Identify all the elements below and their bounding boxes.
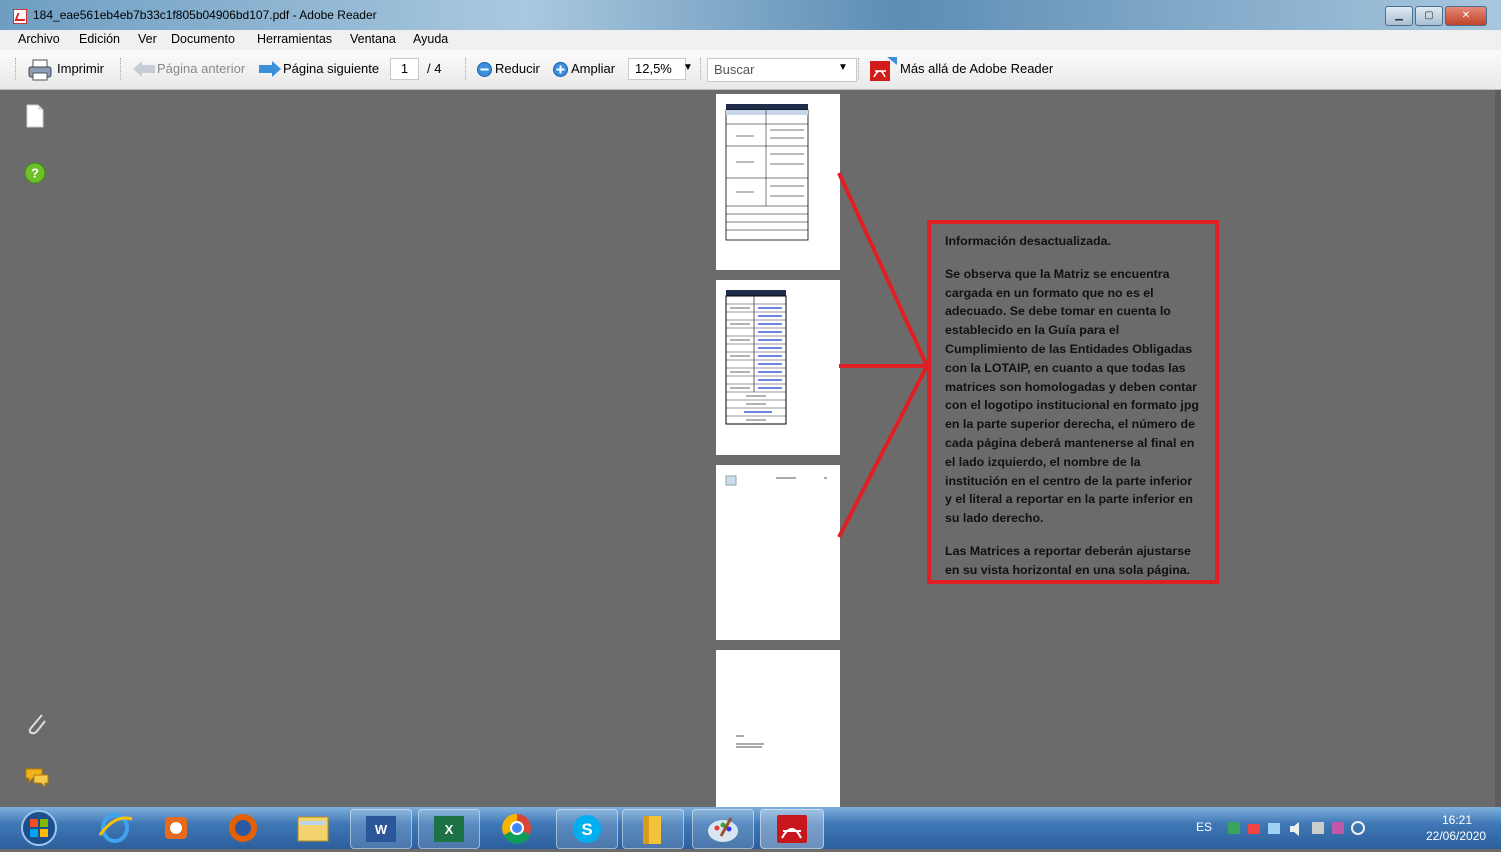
clock-date[interactable]: 22/06/2020 (1426, 829, 1486, 843)
tray-app-icon (1332, 822, 1344, 834)
network-icon (1228, 822, 1240, 834)
sync-icon (1351, 821, 1365, 835)
annotation-callout: Información desactualizada. Se observa q… (927, 220, 1219, 584)
word-icon: W (366, 816, 396, 842)
svg-text:S: S (581, 820, 592, 839)
file-explorer-icon[interactable] (286, 809, 340, 847)
svg-text:W: W (375, 822, 388, 837)
svg-text:X: X (445, 822, 454, 837)
folder-taskbar-button[interactable] (622, 809, 684, 849)
callout-title: Información desactualizada. (945, 234, 1111, 248)
folder-icon (643, 816, 661, 844)
media-player-icon[interactable] (150, 809, 204, 847)
annotation-arrows (837, 172, 929, 538)
word-taskbar-button[interactable]: W (350, 809, 412, 849)
skype-icon: S (573, 815, 601, 843)
excel-taskbar-button[interactable]: X (418, 809, 480, 849)
adobe-reader-taskbar-button[interactable] (760, 809, 824, 849)
printer-tray-icon (1248, 824, 1260, 834)
paint-icon (708, 817, 738, 842)
start-button-icon[interactable] (18, 809, 72, 847)
skype-taskbar-button[interactable]: S (556, 809, 618, 849)
adobe-reader-icon (777, 815, 807, 843)
usb-icon (1268, 823, 1280, 834)
excel-icon: X (434, 816, 464, 842)
system-tray-icons (1228, 821, 1365, 836)
vertical-scrollbar[interactable] (1495, 90, 1501, 807)
firefox-icon[interactable] (216, 809, 270, 847)
internet-explorer-icon[interactable] (88, 809, 142, 847)
volume-icon (1290, 822, 1299, 836)
paint-taskbar-button[interactable] (692, 809, 754, 849)
language-indicator[interactable]: ES (1196, 820, 1212, 834)
chrome-icon[interactable] (490, 809, 544, 847)
action-center-icon (1312, 822, 1324, 834)
callout-paragraph-1: Se observa que la Matriz se encuentra ca… (945, 266, 1200, 526)
clock-time[interactable]: 16:21 (1442, 813, 1472, 827)
callout-paragraph-2: Las Matrices a reportar deberán ajustars… (945, 543, 1191, 577)
